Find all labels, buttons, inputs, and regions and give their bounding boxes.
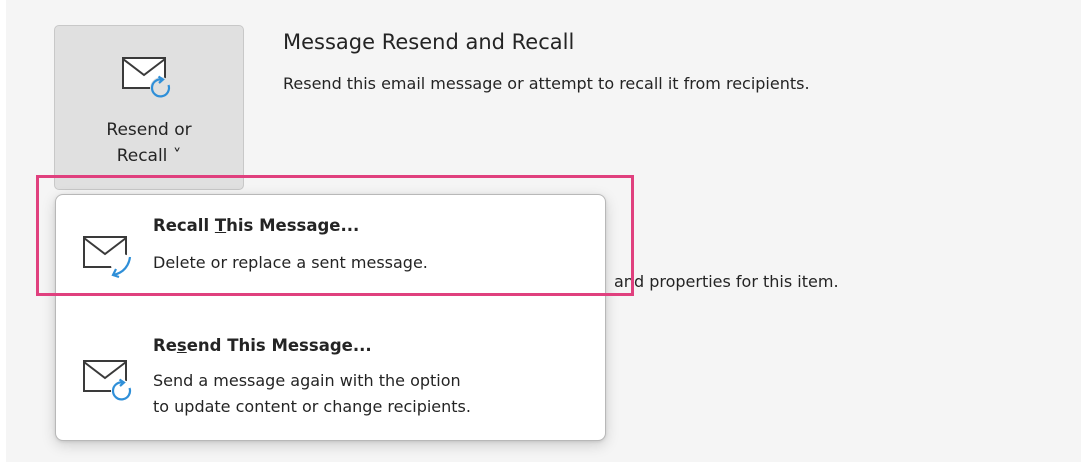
- envelope-recall-icon: [83, 236, 133, 279]
- properties-description-partial: and properties for this item.: [614, 272, 839, 291]
- recall-mnemonic: T: [214, 216, 227, 235]
- envelope-refresh-icon: [122, 57, 172, 99]
- resend-mnemonic: s: [176, 336, 187, 355]
- resend-description: Send a message again with the option to …: [153, 371, 471, 416]
- resend-title: Resend This Message...: [153, 336, 372, 355]
- chevron-down-icon: ˅: [172, 146, 182, 166]
- recall-title: Recall This Message...: [153, 216, 360, 235]
- menu-item-resend[interactable]: Resend This Message... Send a message ag…: [56, 313, 605, 440]
- resend-or-recall-label: Resend or Recall ˅: [106, 120, 192, 166]
- section-title: Message Resend and Recall: [283, 30, 575, 54]
- recall-description: Delete or replace a sent message.: [153, 253, 428, 272]
- envelope-resend-icon: [83, 360, 133, 402]
- resend-recall-dropdown-menu: Recall This Message... Delete or replace…: [55, 194, 606, 441]
- menu-item-recall[interactable]: Recall This Message... Delete or replace…: [56, 195, 605, 295]
- resend-or-recall-button[interactable]: Resend or Recall ˅: [54, 25, 244, 190]
- section-description: Resend this email message or attempt to …: [283, 74, 810, 93]
